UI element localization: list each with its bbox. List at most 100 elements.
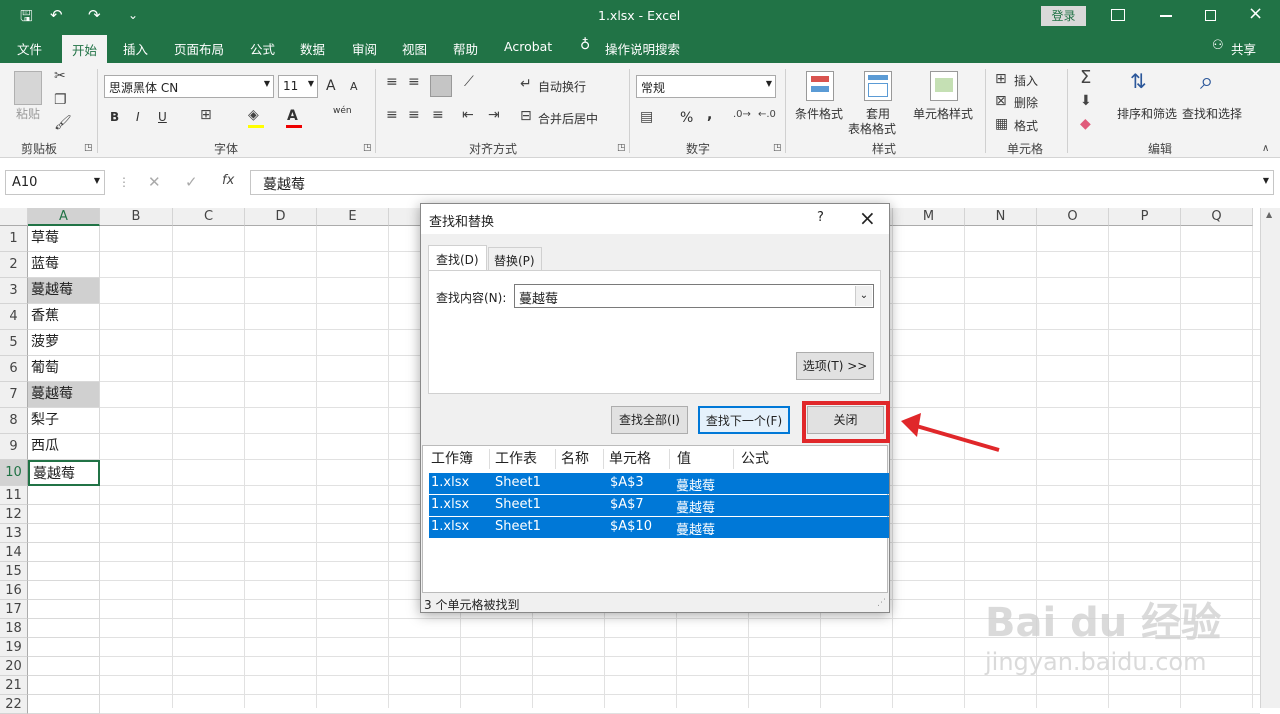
row-header-7[interactable]: 7 bbox=[0, 382, 28, 408]
column-header-b[interactable]: B bbox=[100, 208, 173, 226]
border-icon[interactable]: ⊞ bbox=[200, 107, 212, 123]
name-box[interactable]: A10 ▼ bbox=[5, 170, 105, 195]
conditional-format-button[interactable]: 条件格式 bbox=[795, 105, 843, 122]
col-cell[interactable]: 单元格 bbox=[609, 448, 651, 468]
tab-replace[interactable]: 替换(P) bbox=[488, 247, 542, 271]
number-format-select[interactable]: 常规 ▼ bbox=[636, 75, 776, 98]
orientation-icon[interactable]: ⟋ bbox=[464, 74, 474, 90]
column-header-p[interactable]: P bbox=[1109, 208, 1181, 226]
vertical-scrollbar[interactable]: ▲ bbox=[1260, 208, 1280, 708]
result-row[interactable]: 1.xlsx Sheet1 $A$7 蔓越莓 bbox=[429, 495, 889, 516]
column-header-n[interactable]: N bbox=[965, 208, 1037, 226]
result-row[interactable]: 1.xlsx Sheet1 $A$10 蔓越莓 bbox=[429, 517, 889, 538]
row-header-6[interactable]: 6 bbox=[0, 356, 28, 382]
tab-data[interactable]: 数据 bbox=[300, 39, 325, 58]
insert-function-button[interactable]: fx bbox=[222, 173, 234, 188]
enter-icon[interactable]: ✓ bbox=[185, 173, 198, 191]
cut-icon[interactable]: ✂ bbox=[54, 68, 66, 84]
font-name-select[interactable]: 思源黑体 CN ▼ bbox=[104, 75, 274, 98]
result-row[interactable]: 1.xlsx Sheet1 $A$3 蔓越莓 bbox=[429, 473, 889, 494]
share-button[interactable]: 共享 bbox=[1231, 39, 1256, 58]
cell-a2[interactable]: 蓝莓 bbox=[28, 252, 100, 278]
close-window-icon[interactable]: × bbox=[1248, 3, 1263, 24]
tab-formulas[interactable]: 公式 bbox=[250, 39, 275, 58]
find-next-button[interactable]: 查找下一个(F) bbox=[698, 406, 790, 434]
col-formula[interactable]: 公式 bbox=[741, 448, 769, 468]
row-header-4[interactable]: 4 bbox=[0, 304, 28, 330]
align-left-icon[interactable]: ≡ bbox=[386, 107, 398, 123]
cell-a9[interactable]: 西瓜 bbox=[28, 434, 100, 460]
select-all-corner[interactable] bbox=[0, 208, 28, 226]
row-header-22[interactable]: 22 bbox=[0, 695, 28, 714]
column-header-q[interactable]: Q bbox=[1181, 208, 1253, 226]
row-header-19[interactable]: 19 bbox=[0, 638, 28, 657]
italic-button[interactable]: I bbox=[136, 110, 140, 124]
font-color-icon[interactable]: A bbox=[287, 108, 298, 124]
tell-me-search[interactable]: 操作说明搜索 bbox=[605, 39, 680, 58]
row-header-12[interactable]: 12 bbox=[0, 505, 28, 524]
find-select-button[interactable]: 查找和选择 bbox=[1182, 105, 1242, 122]
cell-styles-button[interactable]: 单元格样式 bbox=[913, 105, 973, 122]
accounting-format-icon[interactable]: ▤ bbox=[640, 109, 653, 125]
column-header-o[interactable]: O bbox=[1037, 208, 1109, 226]
row-header-5[interactable]: 5 bbox=[0, 330, 28, 356]
align-right-icon[interactable]: ≡ bbox=[432, 107, 444, 123]
cell-a10[interactable]: 蔓越莓 bbox=[28, 460, 100, 486]
row-header-1[interactable]: 1 bbox=[0, 226, 28, 252]
row-header-16[interactable]: 16 bbox=[0, 581, 28, 600]
row-header-17[interactable]: 17 bbox=[0, 600, 28, 619]
undo-icon[interactable]: ↶ bbox=[50, 6, 63, 24]
cell-a18[interactable] bbox=[28, 619, 100, 638]
cell-a12[interactable] bbox=[28, 505, 100, 524]
row-header-21[interactable]: 21 bbox=[0, 676, 28, 695]
align-top-icon[interactable]: ≡ bbox=[386, 74, 398, 90]
cell-a6[interactable]: 葡萄 bbox=[28, 356, 100, 382]
tab-file[interactable]: 文件 bbox=[17, 39, 42, 58]
tab-find[interactable]: 查找(D) bbox=[428, 245, 487, 271]
cell-a5[interactable]: 菠萝 bbox=[28, 330, 100, 356]
collapse-ribbon-icon[interactable]: ∧ bbox=[1262, 143, 1269, 154]
tab-home[interactable]: 开始 bbox=[62, 35, 108, 63]
cell-a21[interactable] bbox=[28, 676, 100, 695]
col-value[interactable]: 值 bbox=[677, 448, 691, 468]
save-icon[interactable]: 🖫 bbox=[20, 6, 33, 31]
customize-quick-access-icon[interactable]: ⌄ bbox=[128, 8, 138, 22]
tab-review[interactable]: 审阅 bbox=[352, 39, 377, 58]
sort-filter-button[interactable]: 排序和筛选 bbox=[1117, 105, 1177, 122]
row-header-20[interactable]: 20 bbox=[0, 657, 28, 676]
row-header-14[interactable]: 14 bbox=[0, 543, 28, 562]
align-center-icon[interactable]: ≡ bbox=[408, 107, 420, 123]
tab-page-layout[interactable]: 页面布局 bbox=[174, 39, 224, 58]
row-header-10[interactable]: 10 bbox=[0, 460, 28, 486]
fill-color-icon[interactable]: ◈ bbox=[248, 107, 259, 123]
row-header-3[interactable]: 3 bbox=[0, 278, 28, 304]
tab-acrobat[interactable]: Acrobat bbox=[504, 39, 552, 54]
cell-a19[interactable] bbox=[28, 638, 100, 657]
column-header-c[interactable]: C bbox=[173, 208, 245, 226]
decrease-indent-icon[interactable]: ⇤ bbox=[462, 107, 474, 123]
alignment-launcher-icon[interactable]: ◳ bbox=[617, 143, 626, 153]
cell-a3[interactable]: 蔓越莓 bbox=[28, 278, 100, 304]
copy-icon[interactable]: ❐ bbox=[54, 92, 67, 108]
cell-a15[interactable] bbox=[28, 562, 100, 581]
row-header-2[interactable]: 2 bbox=[0, 252, 28, 278]
cell-a13[interactable] bbox=[28, 524, 100, 543]
delete-cells-button[interactable]: 删除 bbox=[1014, 94, 1038, 111]
row-header-15[interactable]: 15 bbox=[0, 562, 28, 581]
wrap-text-button[interactable]: 自动换行 bbox=[538, 78, 586, 95]
restore-icon[interactable] bbox=[1205, 10, 1216, 21]
col-sheet[interactable]: 工作表 bbox=[495, 448, 537, 468]
format-as-table-label-2[interactable]: 表格格式 bbox=[848, 120, 896, 137]
cell-a20[interactable] bbox=[28, 657, 100, 676]
grow-font-button[interactable]: A bbox=[326, 78, 336, 94]
column-header-d[interactable]: D bbox=[245, 208, 317, 226]
clipboard-launcher-icon[interactable]: ◳ bbox=[84, 143, 93, 153]
cell-a22[interactable] bbox=[28, 695, 100, 714]
tab-help[interactable]: 帮助 bbox=[453, 39, 478, 58]
increase-indent-icon[interactable]: ⇥ bbox=[488, 107, 500, 123]
format-painter-icon[interactable]: 🖌 bbox=[54, 115, 72, 131]
fill-icon[interactable]: ⬇ bbox=[1080, 93, 1092, 109]
phonetic-button[interactable]: wén bbox=[333, 106, 352, 116]
tab-insert[interactable]: 插入 bbox=[123, 39, 148, 58]
insert-cells-button[interactable]: 插入 bbox=[1014, 72, 1038, 89]
